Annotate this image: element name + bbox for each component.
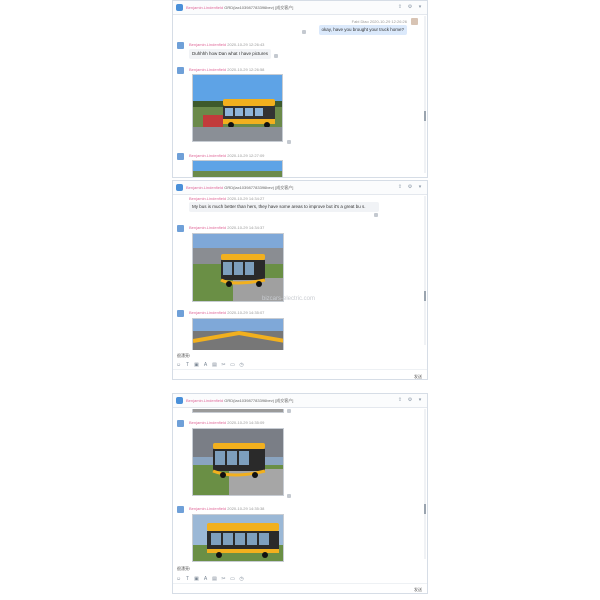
contact-id: GRD(lax103987783396bev) [成交客户]	[223, 185, 294, 190]
scrollbar-thumb[interactable]	[424, 111, 426, 121]
bus-photo-image[interactable]	[192, 74, 283, 142]
titlebar-buttons: ⇪ ⚙ ▾	[397, 4, 423, 10]
chat-app-icon	[176, 4, 183, 11]
input-toolbar: ☺ T ▣ A ▤ ✂ ▭ ◷	[173, 574, 427, 583]
page: Benjamin.Lindenfield GRD(lax103987783396…	[0, 0, 600, 600]
chevron-down-icon[interactable]: ▾	[417, 4, 423, 10]
scrollbar[interactable]	[424, 409, 426, 559]
share-icon[interactable]: ⇪	[397, 184, 403, 190]
contact-name: Benjamin.Lindenfield	[186, 5, 224, 10]
emoji-icon[interactable]: ☺	[176, 576, 181, 582]
contact-name: Benjamin.Lindenfield	[186, 398, 224, 403]
self-message-bubble: okay, have you brought your truck home?	[318, 25, 407, 35]
titlebar-buttons: ⇪ ⚙ ▾	[397, 184, 423, 190]
input-toolbar: ☺ T ▣ A ▤ ✂ ▭ ◷	[173, 360, 427, 369]
read-indicator-icon	[287, 409, 291, 413]
contact-avatar	[177, 67, 184, 74]
history-icon[interactable]: ◷	[239, 362, 244, 368]
contact-avatar	[177, 310, 184, 317]
scrollbar[interactable]	[424, 196, 426, 345]
message-sender: Benjamin.Lindenfield 2020-10-29 12:27:09	[189, 153, 265, 158]
send-button[interactable]: 发送	[414, 374, 422, 379]
chat-titlebar: Benjamin.Lindenfield GRD(lax103987783396…	[173, 394, 427, 408]
settings-icon[interactable]: ⚙	[407, 184, 413, 190]
chat-title: Benjamin.Lindenfield GRD(lax103987783396…	[186, 398, 293, 404]
screenshot-icon[interactable]: ✂	[221, 576, 226, 582]
contact-avatar	[177, 153, 184, 160]
history-icon[interactable]: ◷	[239, 576, 244, 582]
image-icon[interactable]: ▣	[194, 576, 199, 582]
folder-icon[interactable]: ▭	[230, 362, 235, 368]
contact-avatar	[177, 225, 184, 232]
read-indicator-icon	[274, 54, 278, 58]
scrollbar-thumb[interactable]	[424, 291, 426, 301]
chat-window-1: Benjamin.Lindenfield GRD(lax103987783396…	[172, 0, 428, 178]
watermark: bizcars-electric.com	[262, 296, 316, 302]
message-input[interactable]	[173, 369, 427, 379]
contact-avatar	[177, 42, 184, 49]
share-icon[interactable]: ⇪	[397, 397, 403, 403]
bus-photo-image[interactable]	[192, 409, 284, 413]
folder-icon[interactable]: ▭	[230, 576, 235, 582]
message-sender: Benjamin.Lindenfield 2020-10-29 14:34:27	[189, 196, 265, 201]
bus-photo-image[interactable]	[192, 318, 284, 350]
message-bubble: My bus is much better than hers, they ha…	[189, 202, 379, 212]
send-button[interactable]: 发送	[414, 587, 422, 593]
font-icon[interactable]: A	[203, 362, 208, 368]
chat-window-2: Benjamin.Lindenfield GRD(lax103987783396…	[172, 180, 428, 380]
settings-icon[interactable]: ⚙	[407, 4, 413, 10]
message-sender: Benjamin.Lindenfield 2020-10-29 12:26:58	[189, 67, 265, 72]
read-indicator-icon	[302, 30, 306, 34]
bus-photo-image[interactable]	[192, 514, 284, 562]
text-icon[interactable]: T	[185, 362, 190, 368]
message-list[interactable]: Benjamin.Lindenfield 2020-10-29 14:34:27…	[173, 196, 423, 350]
contact-name: Benjamin.Lindenfield	[186, 185, 224, 190]
screenshot-icon[interactable]: ✂	[221, 362, 226, 368]
chevron-down-icon[interactable]: ▾	[417, 397, 423, 403]
scrollbar[interactable]	[424, 16, 426, 173]
chat-app-icon	[176, 184, 183, 191]
self-avatar	[411, 18, 418, 25]
chat-title: Benjamin.Lindenfield GRD(lax103987783396…	[186, 5, 293, 11]
message-bubble: Duhhhh how Dan what I have pictures	[189, 49, 272, 59]
read-indicator-icon	[374, 213, 378, 217]
settings-icon[interactable]: ⚙	[407, 397, 413, 403]
read-indicator-icon	[287, 140, 291, 144]
chat-title: Benjamin.Lindenfield GRD(lax103987783396…	[186, 185, 293, 191]
chat-app-icon	[176, 397, 183, 404]
message-input-text: 很漂亮!	[177, 566, 191, 571]
contact-avatar	[177, 420, 184, 427]
titlebar-buttons: ⇪ ⚙ ▾	[397, 397, 423, 403]
chat-window-3: Benjamin.Lindenfield GRD(lax103987783396…	[172, 393, 428, 594]
message-sender: Benjamin.Lindenfield 2020-10-29 14:35:38	[189, 506, 265, 511]
emoji-icon[interactable]: ☺	[176, 362, 181, 368]
scrollbar-thumb[interactable]	[424, 504, 426, 514]
font-icon[interactable]: A	[203, 576, 208, 582]
message-sender: Benjamin.Lindenfield 2020-10-29 14:35:07	[189, 310, 265, 315]
message-input-text: 很漂亮!	[177, 353, 191, 358]
message-list[interactable]: Benjamin.Lindenfield 2020-10-29 14:35:09	[173, 409, 423, 564]
message-input[interactable]	[173, 583, 427, 593]
chat-titlebar: Benjamin.Lindenfield GRD(lax103987783396…	[173, 1, 427, 15]
bus-photo-image[interactable]	[192, 160, 283, 177]
share-icon[interactable]: ⇪	[397, 4, 403, 10]
message-sender: Benjamin.Lindenfield 2020-10-29 14:35:09	[189, 420, 265, 425]
chat-titlebar: Benjamin.Lindenfield GRD(lax103987783396…	[173, 181, 427, 195]
message-list[interactable]: Fabi Diao 2020-10-29 12:26:26 okay, have…	[173, 16, 423, 177]
bus-photo-image[interactable]	[192, 233, 284, 302]
read-indicator-icon	[287, 494, 291, 498]
chevron-down-icon[interactable]: ▾	[417, 184, 423, 190]
file-icon[interactable]: ▤	[212, 576, 217, 582]
message-sender: Benjamin.Lindenfield 2020-10-29 12:26:43	[189, 42, 265, 47]
text-icon[interactable]: T	[185, 576, 190, 582]
bus-photo-image[interactable]	[192, 428, 284, 496]
contact-id: GRD(lax103987783396bev) [成交客户]	[223, 5, 294, 10]
file-icon[interactable]: ▤	[212, 362, 217, 368]
contact-avatar	[177, 506, 184, 513]
message-sender: Benjamin.Lindenfield 2020-10-29 14:34:37	[189, 225, 265, 230]
self-sender-line: Fabi Diao 2020-10-29 12:26:26	[351, 19, 407, 24]
image-icon[interactable]: ▣	[194, 362, 199, 368]
contact-id: GRD(lax103987783396bev) [成交客户]	[223, 398, 294, 403]
